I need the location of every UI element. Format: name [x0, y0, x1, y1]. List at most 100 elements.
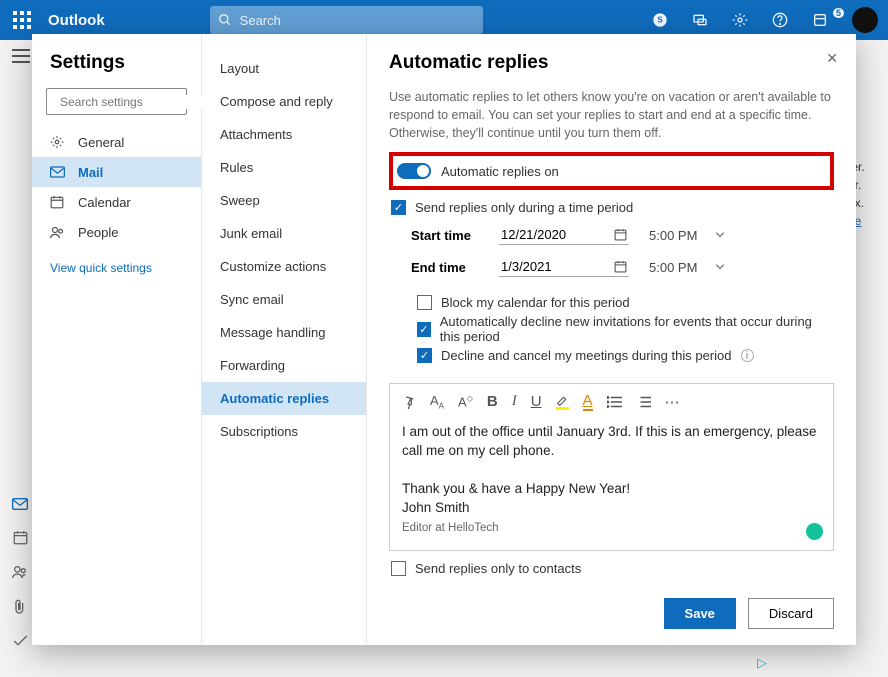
time-period-checkbox-row: ✓ Send replies only during a time period	[391, 200, 834, 215]
grammarly-icon[interactable]	[806, 523, 823, 540]
reply-editor: AA A◇ B I U A ⋯ I am out of the office u…	[389, 383, 834, 551]
sub-layout[interactable]: Layout	[202, 52, 366, 85]
info-icon[interactable]: i	[741, 349, 754, 362]
sub-rules[interactable]: Rules	[202, 151, 366, 184]
people-rail-icon[interactable]	[12, 565, 28, 579]
calendar-rail-icon[interactable]	[13, 530, 28, 545]
start-date-input[interactable]: 12/21/2020	[499, 225, 629, 245]
bullet-list-icon[interactable]	[607, 396, 622, 408]
reply-text-line: John Smith	[402, 499, 821, 518]
sub-attachments[interactable]: Attachments	[202, 118, 366, 151]
contacts-only-label: Send replies only to contacts	[415, 561, 581, 576]
font-style-icon[interactable]: A◇	[458, 394, 473, 409]
sub-forwarding[interactable]: Forwarding	[202, 349, 366, 382]
todo-rail-icon[interactable]	[13, 635, 28, 647]
hamburger-icon[interactable]	[12, 49, 30, 63]
chevron-down-icon	[715, 264, 725, 270]
sub-message-handling[interactable]: Message handling	[202, 316, 366, 349]
sub-sweep[interactable]: Sweep	[202, 184, 366, 217]
category-label: General	[78, 135, 124, 150]
editor-body[interactable]: I am out of the office until January 3rd…	[390, 419, 833, 550]
close-icon[interactable]: ✕	[826, 50, 838, 67]
sub-subscriptions[interactable]: Subscriptions	[202, 415, 366, 448]
mail-rail-icon[interactable]	[12, 498, 28, 510]
app-brand: Outlook	[48, 12, 105, 29]
gear-icon[interactable]	[732, 12, 762, 28]
ad-play-icon[interactable]: ▷	[757, 655, 767, 671]
svg-text:S: S	[657, 16, 663, 25]
category-label: People	[78, 225, 118, 240]
discard-button[interactable]: Discard	[748, 598, 834, 629]
decline-invites-label: Automatically decline new invitations fo…	[440, 314, 834, 344]
end-date-input[interactable]: 1/3/2021	[499, 257, 629, 277]
category-general[interactable]: General	[32, 127, 201, 157]
block-calendar-checkbox[interactable]	[417, 295, 432, 310]
notifications-icon[interactable]: 5	[812, 12, 842, 28]
calendar-icon	[50, 195, 66, 209]
search-settings-input[interactable]	[60, 95, 215, 109]
search-settings[interactable]	[46, 88, 187, 115]
panel-description: Use automatic replies to let others know…	[389, 88, 834, 142]
reply-text-line: I am out of the office until January 3rd…	[402, 423, 821, 461]
search-icon	[218, 13, 232, 27]
people-icon	[50, 226, 66, 239]
category-label: Calendar	[78, 195, 131, 210]
sub-sync[interactable]: Sync email	[202, 283, 366, 316]
bold-icon[interactable]: B	[487, 393, 498, 410]
search-input[interactable]	[240, 13, 475, 28]
font-color-icon[interactable]: A	[583, 392, 593, 411]
sub-junk[interactable]: Junk email	[202, 217, 366, 250]
category-label: Mail	[78, 165, 103, 180]
settings-sublist: Layout Compose and reply Attachments Rul…	[202, 34, 367, 645]
sub-customize[interactable]: Customize actions	[202, 250, 366, 283]
chevron-down-icon	[715, 232, 725, 238]
automatic-replies-toggle[interactable]	[397, 163, 431, 179]
block-calendar-label: Block my calendar for this period	[441, 295, 630, 310]
notification-badge: 5	[833, 8, 844, 18]
cancel-meetings-label: Decline and cancel my meetings during th…	[441, 348, 732, 363]
decline-invites-checkbox[interactable]: ✓	[417, 322, 431, 337]
avatar[interactable]	[852, 7, 878, 33]
calendar-picker-icon[interactable]	[614, 228, 627, 241]
app-launcher-icon[interactable]	[10, 8, 34, 32]
pin-icon[interactable]	[402, 395, 416, 409]
category-calendar[interactable]: Calendar	[32, 187, 201, 217]
toggle-label: Automatic replies on	[441, 164, 559, 179]
end-time-input[interactable]: 5:00 PM	[647, 258, 727, 277]
category-mail[interactable]: Mail	[32, 157, 201, 187]
time-period-label: Send replies only during a time period	[415, 200, 633, 215]
underline-icon[interactable]: U	[531, 393, 542, 410]
time-period-checkbox[interactable]: ✓	[391, 200, 406, 215]
more-icon[interactable]: ⋯	[665, 393, 680, 411]
settings-panel: ✕ Automatic replies Use automatic replie…	[367, 34, 856, 645]
end-time-label: End time	[411, 260, 481, 275]
global-search[interactable]	[210, 6, 483, 34]
skype-icon[interactable]: S	[652, 12, 682, 28]
view-quick-settings-link[interactable]: View quick settings	[32, 247, 201, 289]
settings-nav: Settings General Mail Calendar People Vi…	[32, 34, 202, 645]
highlight-icon[interactable]	[556, 394, 569, 410]
chat-icon[interactable]	[692, 12, 722, 28]
italic-icon[interactable]: I	[512, 393, 517, 410]
category-people[interactable]: People	[32, 217, 201, 247]
help-icon[interactable]	[772, 12, 802, 28]
cancel-meetings-checkbox[interactable]: ✓	[417, 348, 432, 363]
sub-automatic-replies[interactable]: Automatic replies	[202, 382, 366, 415]
font-size-icon[interactable]: AA	[430, 393, 444, 411]
settings-dialog: Settings General Mail Calendar People Vi…	[32, 34, 856, 645]
sub-compose[interactable]: Compose and reply	[202, 85, 366, 118]
mail-icon	[50, 166, 66, 178]
start-time-input[interactable]: 5:00 PM	[647, 226, 727, 245]
save-button[interactable]: Save	[664, 598, 736, 629]
start-time-label: Start time	[411, 228, 481, 243]
reply-signature: Editor at HelloTech	[402, 520, 821, 536]
highlighted-toggle-region: Automatic replies on	[389, 152, 834, 190]
reply-text-line: Thank you & have a Happy New Year!	[402, 480, 821, 499]
number-list-icon[interactable]	[636, 396, 651, 408]
gear-icon	[50, 135, 66, 149]
contacts-only-checkbox[interactable]	[391, 561, 406, 576]
calendar-picker-icon[interactable]	[614, 260, 627, 273]
attach-rail-icon[interactable]	[14, 599, 26, 615]
dialog-footer: Save Discard	[389, 588, 834, 629]
panel-title: Automatic replies	[389, 52, 834, 74]
